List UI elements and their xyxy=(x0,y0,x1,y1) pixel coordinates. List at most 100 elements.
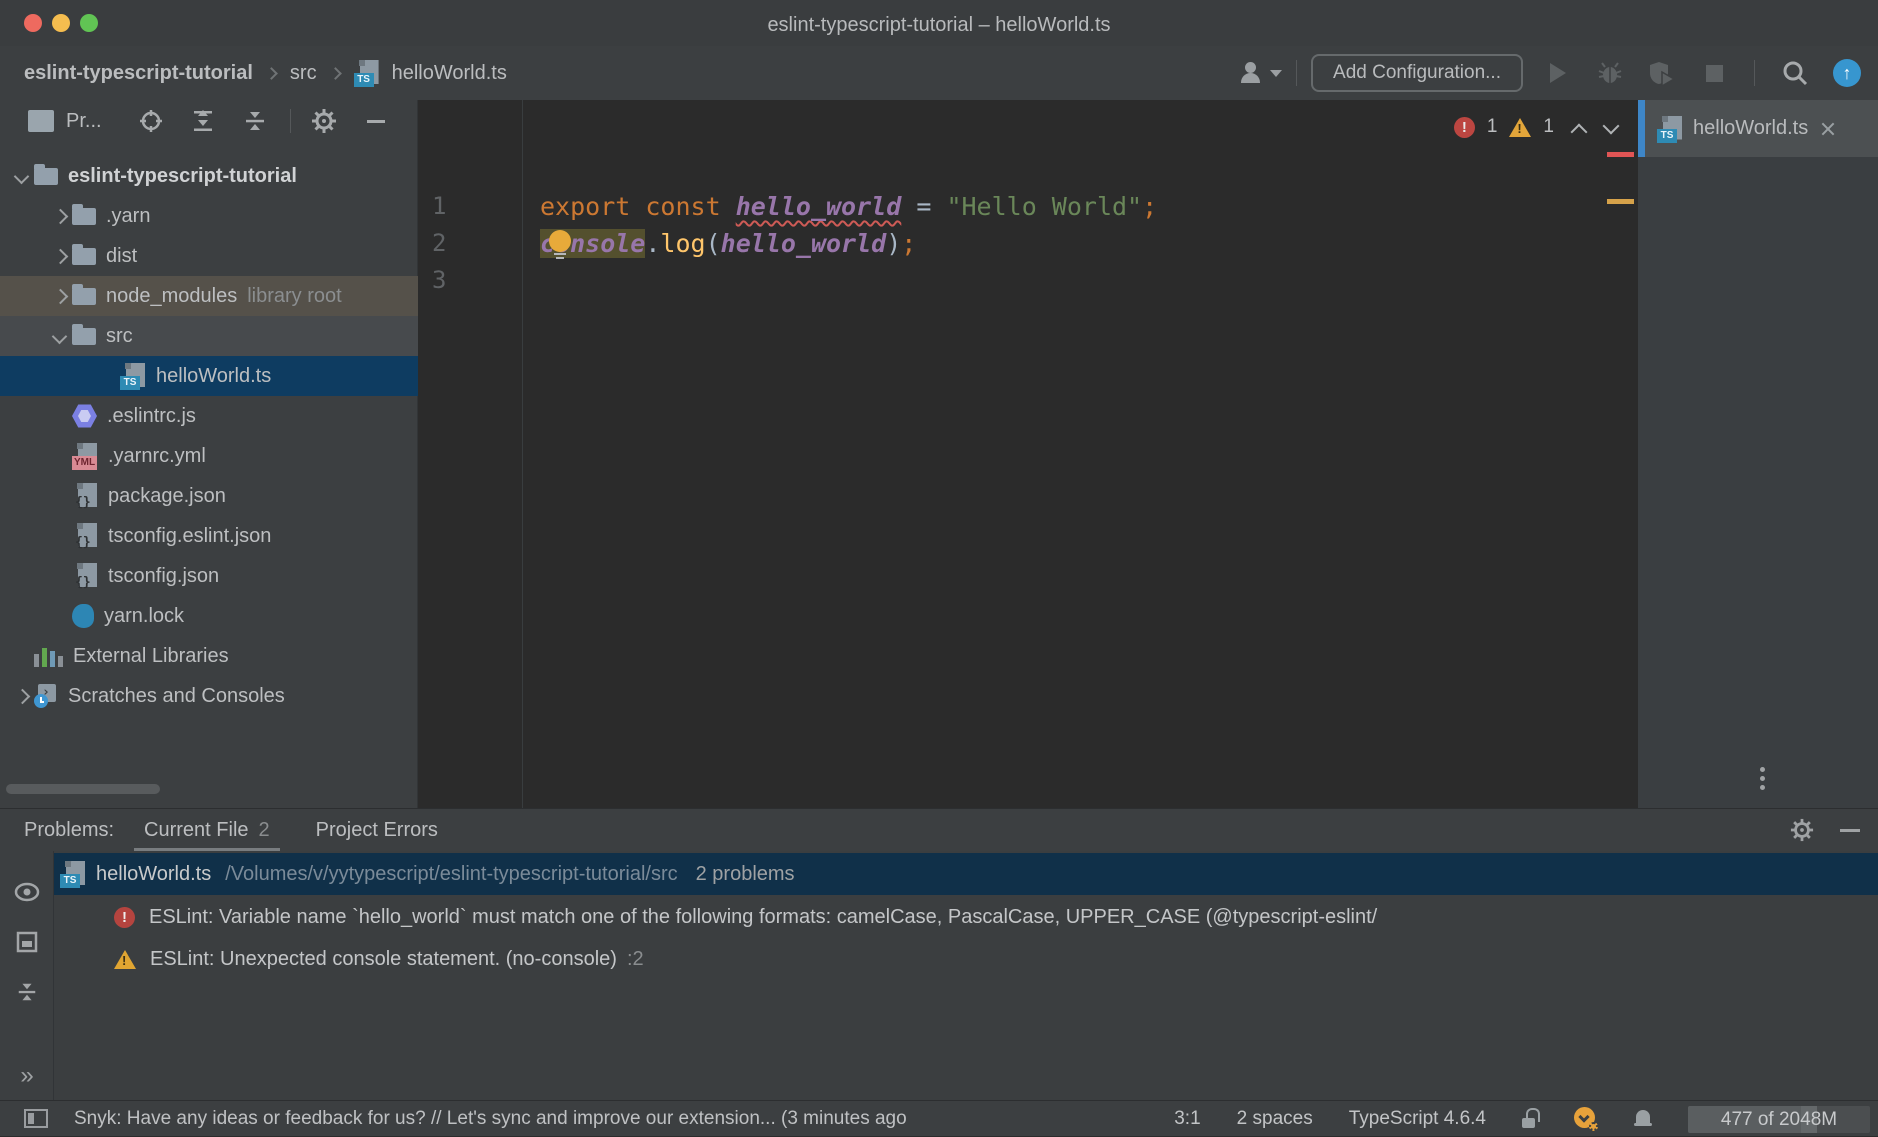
chevron-spacer xyxy=(48,564,72,588)
tree-item-package-json[interactable]: {}package.json xyxy=(0,476,418,516)
caret-position[interactable]: 3:1 xyxy=(1174,1108,1200,1130)
tree-item-node-modules[interactable]: node_moduleslibrary root xyxy=(0,276,418,316)
external-libraries-icon xyxy=(34,645,63,667)
status-message[interactable]: Snyk: Have any ideas or feedback for us?… xyxy=(74,1108,1004,1130)
stop-button[interactable] xyxy=(1699,58,1729,88)
warning-count-icon[interactable] xyxy=(1509,118,1531,137)
intention-bulb-icon[interactable] xyxy=(549,230,571,252)
group-by-button[interactable] xyxy=(14,929,40,955)
chevron-down-icon[interactable] xyxy=(10,164,34,188)
project-tool-icon[interactable] xyxy=(28,110,54,132)
eye-icon xyxy=(14,882,40,902)
more-toolbar-options[interactable]: » xyxy=(14,1063,40,1089)
chevron-right-icon[interactable] xyxy=(48,284,72,308)
code-token xyxy=(721,192,736,221)
error-count-icon[interactable]: ! xyxy=(1454,117,1475,138)
profile-shield-icon xyxy=(1648,60,1676,86)
locate-file-button[interactable] xyxy=(138,108,164,134)
tree-item-scratches-and-consoles[interactable]: ›Scratches and Consoles xyxy=(0,676,418,716)
code-token: export xyxy=(540,192,630,221)
hide-tool-window-button[interactable] xyxy=(363,108,389,134)
folder-icon xyxy=(72,208,96,225)
indent-info[interactable]: 2 spaces xyxy=(1237,1108,1313,1130)
update-project-button[interactable]: ↑ xyxy=(1832,58,1862,88)
user-icon xyxy=(1240,61,1264,85)
breadcrumb-separator-icon xyxy=(329,67,342,80)
chevron-down-icon[interactable] xyxy=(48,324,72,348)
search-everywhere-button[interactable] xyxy=(1780,58,1810,88)
code-editor[interactable]: 123 export const hello_world = "Hello Wo… xyxy=(418,100,1638,808)
tree-item-helloworld-ts[interactable]: TShelloWorld.ts xyxy=(0,356,418,396)
error-count: 1 xyxy=(1487,116,1498,138)
chevron-right-icon[interactable] xyxy=(48,244,72,268)
tree-item-tsconfig-json[interactable]: {}tsconfig.json xyxy=(0,556,418,596)
code-token: hello_world xyxy=(736,192,902,221)
problems-settings-button[interactable] xyxy=(1790,818,1814,842)
tree-item--yarnrc-yml[interactable]: YML.yarnrc.yml xyxy=(0,436,418,476)
project-tool-title[interactable]: Pr... xyxy=(66,110,102,133)
user-account-dropdown[interactable] xyxy=(1240,61,1282,85)
close-tab-icon[interactable] xyxy=(1820,121,1836,137)
typescript-file-icon: TS xyxy=(354,59,380,87)
minimize-icon xyxy=(367,120,385,123)
add-configuration-button[interactable]: Add Configuration... xyxy=(1311,54,1523,92)
code-token: ) xyxy=(886,229,901,258)
error-stripe-mark[interactable] xyxy=(1607,152,1634,157)
project-tree-horizontal-scrollbar[interactable] xyxy=(6,784,160,794)
code-line[interactable]: console.log(hello_world); xyxy=(540,225,1157,262)
toolbar-divider xyxy=(1754,60,1755,86)
editor-code[interactable]: export const hello_world = "Hello World"… xyxy=(540,188,1157,299)
tab-current-file[interactable]: Current File 2 xyxy=(128,809,286,851)
problem-item-warning[interactable]: ESLint: Unexpected console statement. (n… xyxy=(54,939,1878,979)
code-token: "Hello World" xyxy=(946,192,1142,221)
tree-item-eslint-typescript-tutorial[interactable]: eslint-typescript-tutorial xyxy=(0,156,418,196)
typescript-version[interactable]: TypeScript 4.6.4 xyxy=(1349,1108,1486,1130)
tree-item--yarn[interactable]: .yarn xyxy=(0,196,418,236)
notifications-bell-icon[interactable] xyxy=(1634,1108,1652,1130)
lock-icon[interactable] xyxy=(1522,1108,1538,1130)
tree-item--eslintrc-js[interactable]: .eslintrc.js xyxy=(0,396,418,436)
code-token xyxy=(630,192,645,221)
editor-tab-helloworld[interactable]: TS helloWorld.ts xyxy=(1645,100,1878,157)
expand-all-button[interactable] xyxy=(190,108,216,134)
tool-window-toggle-icon[interactable] xyxy=(24,1109,48,1128)
warning-stripe-mark[interactable] xyxy=(1607,199,1634,204)
tree-item-dist[interactable]: dist xyxy=(0,236,418,276)
next-problem-button[interactable] xyxy=(1604,120,1618,134)
tree-item-label: eslint-typescript-tutorial xyxy=(68,165,297,188)
preview-toggle-button[interactable] xyxy=(14,879,40,905)
chevron-right-icon[interactable] xyxy=(48,204,72,228)
problems-count: 2 problems xyxy=(696,863,795,886)
debug-button[interactable] xyxy=(1595,58,1625,88)
code-line[interactable]: export const hello_world = "Hello World"… xyxy=(540,188,1157,225)
tree-item-tsconfig-eslint-json[interactable]: {}tsconfig.eslint.json xyxy=(0,516,418,556)
main-toolbar: Add Configuration... xyxy=(1240,46,1878,100)
window-title: eslint-typescript-tutorial – helloWorld.… xyxy=(0,0,1878,46)
run-with-coverage-button[interactable] xyxy=(1647,58,1677,88)
snyk-icon[interactable] xyxy=(1574,1107,1598,1131)
problems-file-row[interactable]: TS helloWorld.ts /Volumes/v/yytypescript… xyxy=(54,853,1878,895)
tab-project-errors[interactable]: Project Errors xyxy=(300,809,454,851)
folder-icon xyxy=(72,328,96,345)
tree-item-yarn-lock[interactable]: yarn.lock xyxy=(0,596,418,636)
breadcrumb-item[interactable]: eslint-typescript-tutorial xyxy=(24,62,253,85)
collapse-all-button[interactable] xyxy=(242,108,268,134)
json-file-icon: {} xyxy=(72,562,98,590)
chevron-right-icon[interactable] xyxy=(10,684,34,708)
chevron-down-icon xyxy=(1270,70,1282,77)
chevron-spacer xyxy=(48,404,72,428)
more-options-kebab-icon[interactable] xyxy=(1760,763,1766,794)
project-settings-button[interactable] xyxy=(311,108,337,134)
locate-icon xyxy=(139,109,163,133)
collapse-all-button[interactable] xyxy=(14,979,40,1005)
tree-item-src[interactable]: src xyxy=(0,316,418,356)
previous-problem-button[interactable] xyxy=(1572,120,1586,134)
run-button[interactable] xyxy=(1543,58,1573,88)
code-line[interactable] xyxy=(540,262,1157,299)
breadcrumb-item[interactable]: src xyxy=(290,62,317,85)
breadcrumb-item[interactable]: helloWorld.ts xyxy=(392,62,507,85)
memory-indicator[interactable]: 477 of 2048M xyxy=(1688,1106,1870,1133)
hide-problems-button[interactable] xyxy=(1840,829,1860,832)
tree-item-external-libraries[interactable]: External Libraries xyxy=(0,636,418,676)
problem-item-error[interactable]: ! ESLint: Variable name `hello_world` mu… xyxy=(54,897,1878,937)
